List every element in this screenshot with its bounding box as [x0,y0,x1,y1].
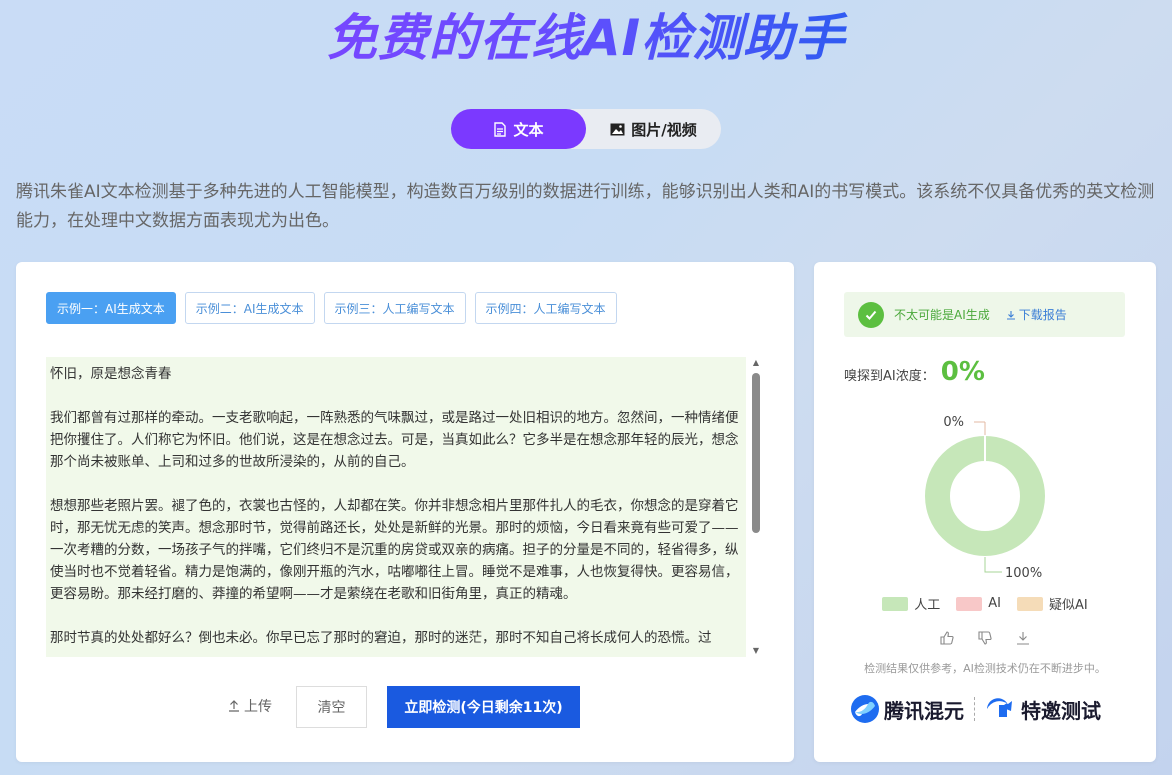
legend-label: 疑似AI [1049,598,1088,613]
legend-swatch [882,596,909,611]
tab-text[interactable]: 文本 [451,109,586,149]
hunyuan-logo-icon [851,695,879,723]
thumbs-down-icon[interactable] [977,630,993,646]
example-button-1[interactable]: 示例一：AI生成文本 [46,292,176,324]
example-button-2[interactable]: 示例二：AI生成文本 [184,292,315,324]
text-paragraph: 那时节真的处处都好么？倒也未必。你早已忘了那时的窘迫，那时的迷茫，那时不知自己将… [50,630,712,646]
chart-label-top: 0% [943,415,964,430]
input-card: 示例一：AI生成文本 示例二：AI生成文本 示例三：人工编写文本 示例四：人工编… [16,262,794,762]
legend-label: 人工 [914,598,941,613]
legend-item-suspected-ai[interactable]: 疑似AI [1017,594,1088,613]
chart-label-bottom: 100% [1005,566,1042,581]
tab-image-video[interactable]: 图片/视频 [586,109,721,149]
upload-label: 上传 [244,699,272,715]
text-input[interactable]: 怀旧，原是想念青春 我们都曾有过那样的牵动。一支老歌响起，一阵熟悉的气味飘过，或… [46,357,746,657]
thumbs-up-icon[interactable] [939,630,955,646]
download-report-label: 下载报告 [1018,308,1067,322]
text-scrollbar[interactable]: ▲ ▼ [749,357,763,657]
image-icon [610,123,625,135]
clear-button[interactable]: 清空 [296,686,367,728]
feedback-bar [814,630,1156,646]
example-button-3[interactable]: 示例三：人工编写文本 [323,292,466,324]
download-report-link[interactable]: 下载报告 [1006,306,1067,323]
legend-swatch [1017,596,1043,611]
scroll-thumb[interactable] [752,373,760,533]
brand-logos: 腾讯混元 特邀测试 [850,694,1101,724]
download-icon [1006,310,1015,320]
invite-test-logo-icon [987,698,1012,717]
text-paragraph: 想想那些老照片罢。褪了色的，衣裳也古怪的，人却都在笑。你并非想念相片里那件扎人的… [50,498,739,602]
mode-switch: 文本 图片/视频 [451,109,721,149]
tab-text-label: 文本 [513,120,544,139]
ai-density: 嗅探到AI浓度： 0% [844,357,985,387]
example-button-4[interactable]: 示例四：人工编写文本 [474,292,617,324]
scroll-up-icon[interactable]: ▲ [749,357,763,369]
legend-label: AI [988,596,1001,611]
upload-icon [229,700,239,712]
tab-image-video-label: 图片/视频 [631,120,697,139]
brand-invite-test: 特邀测试 [985,695,1101,724]
page-title: 免费的在线AI检测助手 [0,6,1172,70]
verdict-text: 不太可能是AI生成 [894,308,990,322]
donut-slice-人工[interactable] [925,436,1045,556]
result-card: 不太可能是AI生成 下载报告 嗅探到AI浓度： 0% 0% 100% 人工 AI [814,262,1156,762]
brand-divider [974,697,975,721]
donut-chart-area: 0% 100% [814,402,1156,592]
brand-invite-test-label: 特邀测试 [1021,698,1101,723]
density-label: 嗅探到AI浓度： [844,369,935,384]
action-bar: 上传 清空 立即检测(今日剩余11次) [16,686,794,728]
document-icon [494,121,507,137]
upload-button[interactable]: 上传 [228,696,272,716]
chart-legend: 人工 AI 疑似AI [814,594,1156,613]
density-value: 0% [940,357,985,387]
brand-hunyuan-label: 腾讯混元 [884,698,964,723]
example-buttons: 示例一：AI生成文本 示例二：AI生成文本 示例三：人工编写文本 示例四：人工编… [46,292,617,324]
legend-item-ai[interactable]: AI [956,594,1001,613]
disclaimer: 检测结果仅供参考，AI检测技术仍在不断进步中。 [864,662,1106,675]
donut-chart: 0% 100% [925,415,1045,581]
brand-hunyuan: 腾讯混元 [850,694,964,724]
scroll-down-icon[interactable]: ▼ [749,645,763,657]
result-banner: 不太可能是AI生成 下载报告 [844,292,1125,337]
detect-button[interactable]: 立即检测(今日剩余11次) [387,686,580,728]
intro-text: 腾讯朱雀AI文本检测基于多种先进的人工智能模型，构造数百万级别的数据进行训练，能… [16,182,1155,231]
legend-swatch [956,596,983,611]
download-icon[interactable] [1015,630,1031,646]
text-paragraph: 我们都曾有过那样的牵动。一支老歌响起，一阵熟悉的气味飘过，或是路过一处旧相识的地… [50,410,739,470]
check-circle-icon [858,301,884,328]
text-paragraph: 怀旧，原是想念青春 [50,366,172,382]
legend-item-human[interactable]: 人工 [882,594,940,613]
